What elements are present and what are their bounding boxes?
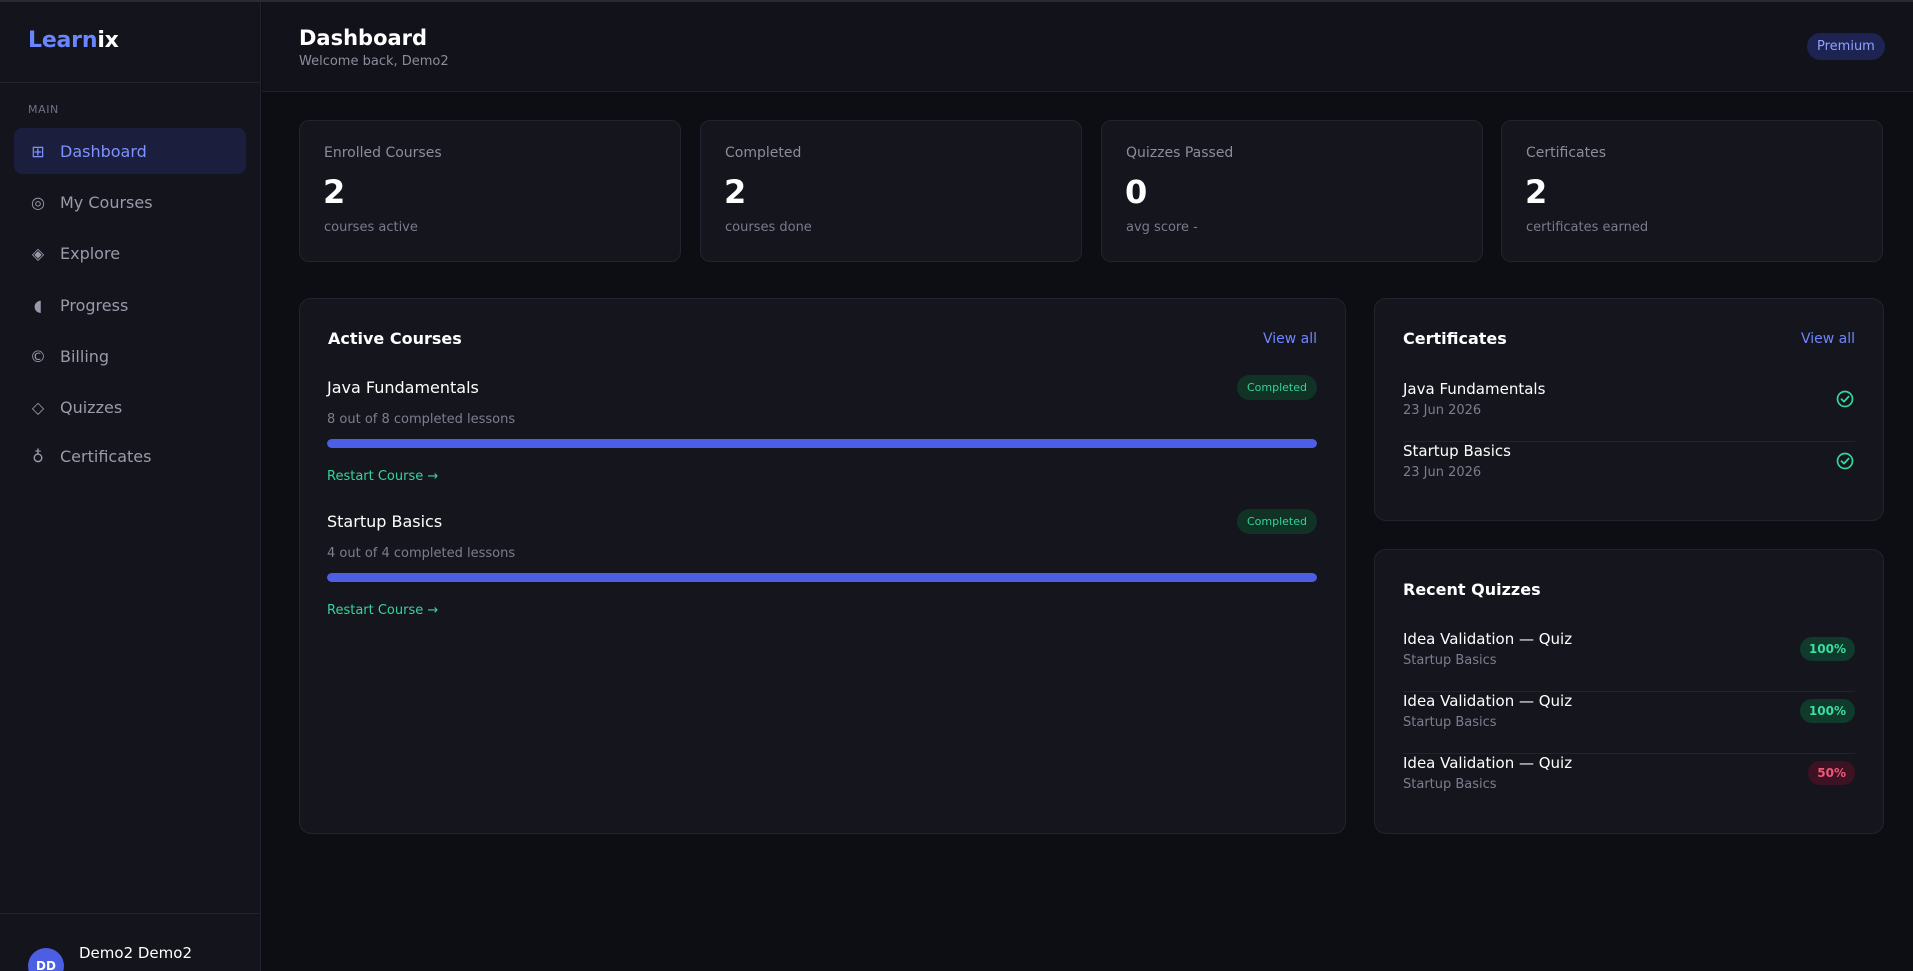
stat-label: Enrolled Courses	[324, 145, 442, 161]
sidebar-divider	[0, 82, 261, 83]
sidebar-item-label: My Courses	[60, 192, 153, 212]
quiz-course: Startup Basics	[1403, 715, 1497, 730]
sidebar-item-label: Certificates	[60, 446, 152, 466]
sidebar-section-label: MAIN	[28, 103, 59, 116]
brand-logo-part2: ix	[97, 28, 119, 53]
quiz-title: Idea Validation — Quiz	[1403, 692, 1573, 710]
panel-title: Active Courses	[328, 329, 462, 348]
brand-logo-part1: Learn	[28, 28, 98, 53]
sidebar-item-label: Quizzes	[60, 397, 123, 417]
course-progress-bar	[327, 439, 1317, 448]
user-profile[interactable]: DD Demo2 Demo2	[0, 914, 261, 971]
avatar: DD	[28, 948, 64, 971]
sidebar-item-my-courses[interactable]: ◎ My Courses	[14, 179, 246, 225]
progress-fill	[327, 439, 1317, 448]
sidebar-item-dashboard[interactable]: ⊞ Dashboard	[14, 128, 246, 174]
status-badge: Completed	[1237, 509, 1317, 534]
sidebar-item-explore[interactable]: ◈ Explore	[14, 230, 246, 276]
view-all-certificates-link[interactable]: View all	[1801, 331, 1855, 347]
score-badge: 100%	[1799, 699, 1855, 723]
grid-icon: ⊞	[31, 141, 45, 161]
progress-fill	[327, 573, 1317, 582]
certificate-row[interactable]: Startup Basics 23 Jun 2026	[1403, 442, 1855, 492]
quiz-course: Startup Basics	[1403, 777, 1497, 792]
certificate-date: 23 Jun 2026	[1403, 403, 1482, 418]
check-circle-icon	[1836, 390, 1854, 408]
check-circle-icon	[1836, 452, 1854, 470]
restart-course-link[interactable]: Restart Course →	[327, 469, 438, 484]
quiz-title: Idea Validation — Quiz	[1403, 630, 1573, 648]
certificate-title: Java Fundamentals	[1403, 380, 1546, 398]
quiz-course: Startup Basics	[1403, 653, 1497, 668]
quiz-title: Idea Validation — Quiz	[1403, 754, 1573, 772]
sidebar-item-label: Dashboard	[60, 141, 147, 161]
quiz-row[interactable]: Idea Validation — Quiz Startup Basics 10…	[1403, 630, 1855, 692]
stat-card-enrolled: Enrolled Courses 2 courses active	[299, 120, 681, 262]
compass-icon: ◈	[31, 243, 45, 263]
sidebar-item-certificates[interactable]: ♁ Certificates	[14, 433, 246, 479]
award-icon: ♁	[32, 446, 44, 466]
course-lessons: 4 out of 4 completed lessons	[327, 546, 516, 561]
sidebar-item-progress[interactable]: ◖ Progress	[14, 282, 246, 328]
stat-label: Certificates	[1526, 145, 1607, 161]
stat-sub: courses active	[324, 220, 418, 235]
sidebar-item-label: Explore	[60, 243, 121, 263]
course-title[interactable]: Java Fundamentals	[327, 378, 479, 397]
recent-quizzes-panel: Recent Quizzes Idea Validation — Quiz St…	[1374, 549, 1884, 834]
certificate-date: 23 Jun 2026	[1403, 465, 1482, 480]
stat-sub: certificates earned	[1526, 220, 1649, 235]
stat-card-completed: Completed 2 courses done	[700, 120, 1082, 262]
target-icon: ◎	[31, 192, 45, 212]
page-title: Dashboard	[299, 26, 428, 50]
page-header: Dashboard Welcome back, Demo2 Premium	[262, 2, 1913, 92]
diamond-icon: ◇	[31, 397, 45, 417]
stat-value: 2	[1525, 173, 1548, 211]
active-courses-panel: Active Courses View all Java Fundamental…	[299, 298, 1346, 834]
billing-icon: ©	[30, 346, 46, 366]
sidebar: Learnix MAIN ⊞ Dashboard ◎ My Courses ◈ …	[0, 2, 261, 971]
course-lessons: 8 out of 8 completed lessons	[327, 412, 516, 427]
view-all-courses-link[interactable]: View all	[1263, 331, 1317, 347]
status-badge: Completed	[1237, 375, 1317, 400]
progress-icon: ◖	[33, 295, 43, 315]
stat-card-certificates: Certificates 2 certificates earned	[1501, 120, 1883, 262]
plan-badge: Premium	[1807, 33, 1885, 60]
quiz-row[interactable]: Idea Validation — Quiz Startup Basics 50…	[1403, 754, 1855, 804]
stat-sub: avg score -	[1126, 220, 1198, 235]
certificate-title: Startup Basics	[1403, 442, 1511, 460]
page-subtitle: Welcome back, Demo2	[299, 54, 449, 69]
certificates-panel: Certificates View all Java Fundamentals …	[1374, 298, 1884, 521]
sidebar-item-label: Billing	[60, 346, 110, 366]
stat-value: 2	[323, 173, 346, 211]
score-badge: 100%	[1799, 637, 1855, 661]
course-title[interactable]: Startup Basics	[327, 512, 442, 531]
quiz-row[interactable]: Idea Validation — Quiz Startup Basics 10…	[1403, 692, 1855, 754]
brand-logo[interactable]: Learnix	[28, 28, 119, 53]
course-progress-bar	[327, 573, 1317, 582]
sidebar-item-label: Progress	[60, 295, 129, 315]
stat-card-quizzes: Quizzes Passed 0 avg score -	[1101, 120, 1483, 262]
user-name: Demo2 Demo2	[79, 944, 192, 962]
stat-label: Quizzes Passed	[1126, 145, 1234, 161]
restart-course-link[interactable]: Restart Course →	[327, 603, 438, 618]
certificate-row[interactable]: Java Fundamentals 23 Jun 2026	[1403, 380, 1855, 442]
panel-title: Certificates	[1403, 329, 1507, 348]
sidebar-item-quizzes[interactable]: ◇ Quizzes	[14, 384, 246, 430]
panel-title: Recent Quizzes	[1403, 580, 1541, 599]
sidebar-item-billing[interactable]: © Billing	[14, 333, 246, 379]
stat-label: Completed	[725, 145, 802, 161]
stat-sub: courses done	[725, 220, 812, 235]
score-badge: 50%	[1808, 761, 1855, 785]
stat-value: 2	[724, 173, 747, 211]
stat-value: 0	[1125, 173, 1148, 211]
